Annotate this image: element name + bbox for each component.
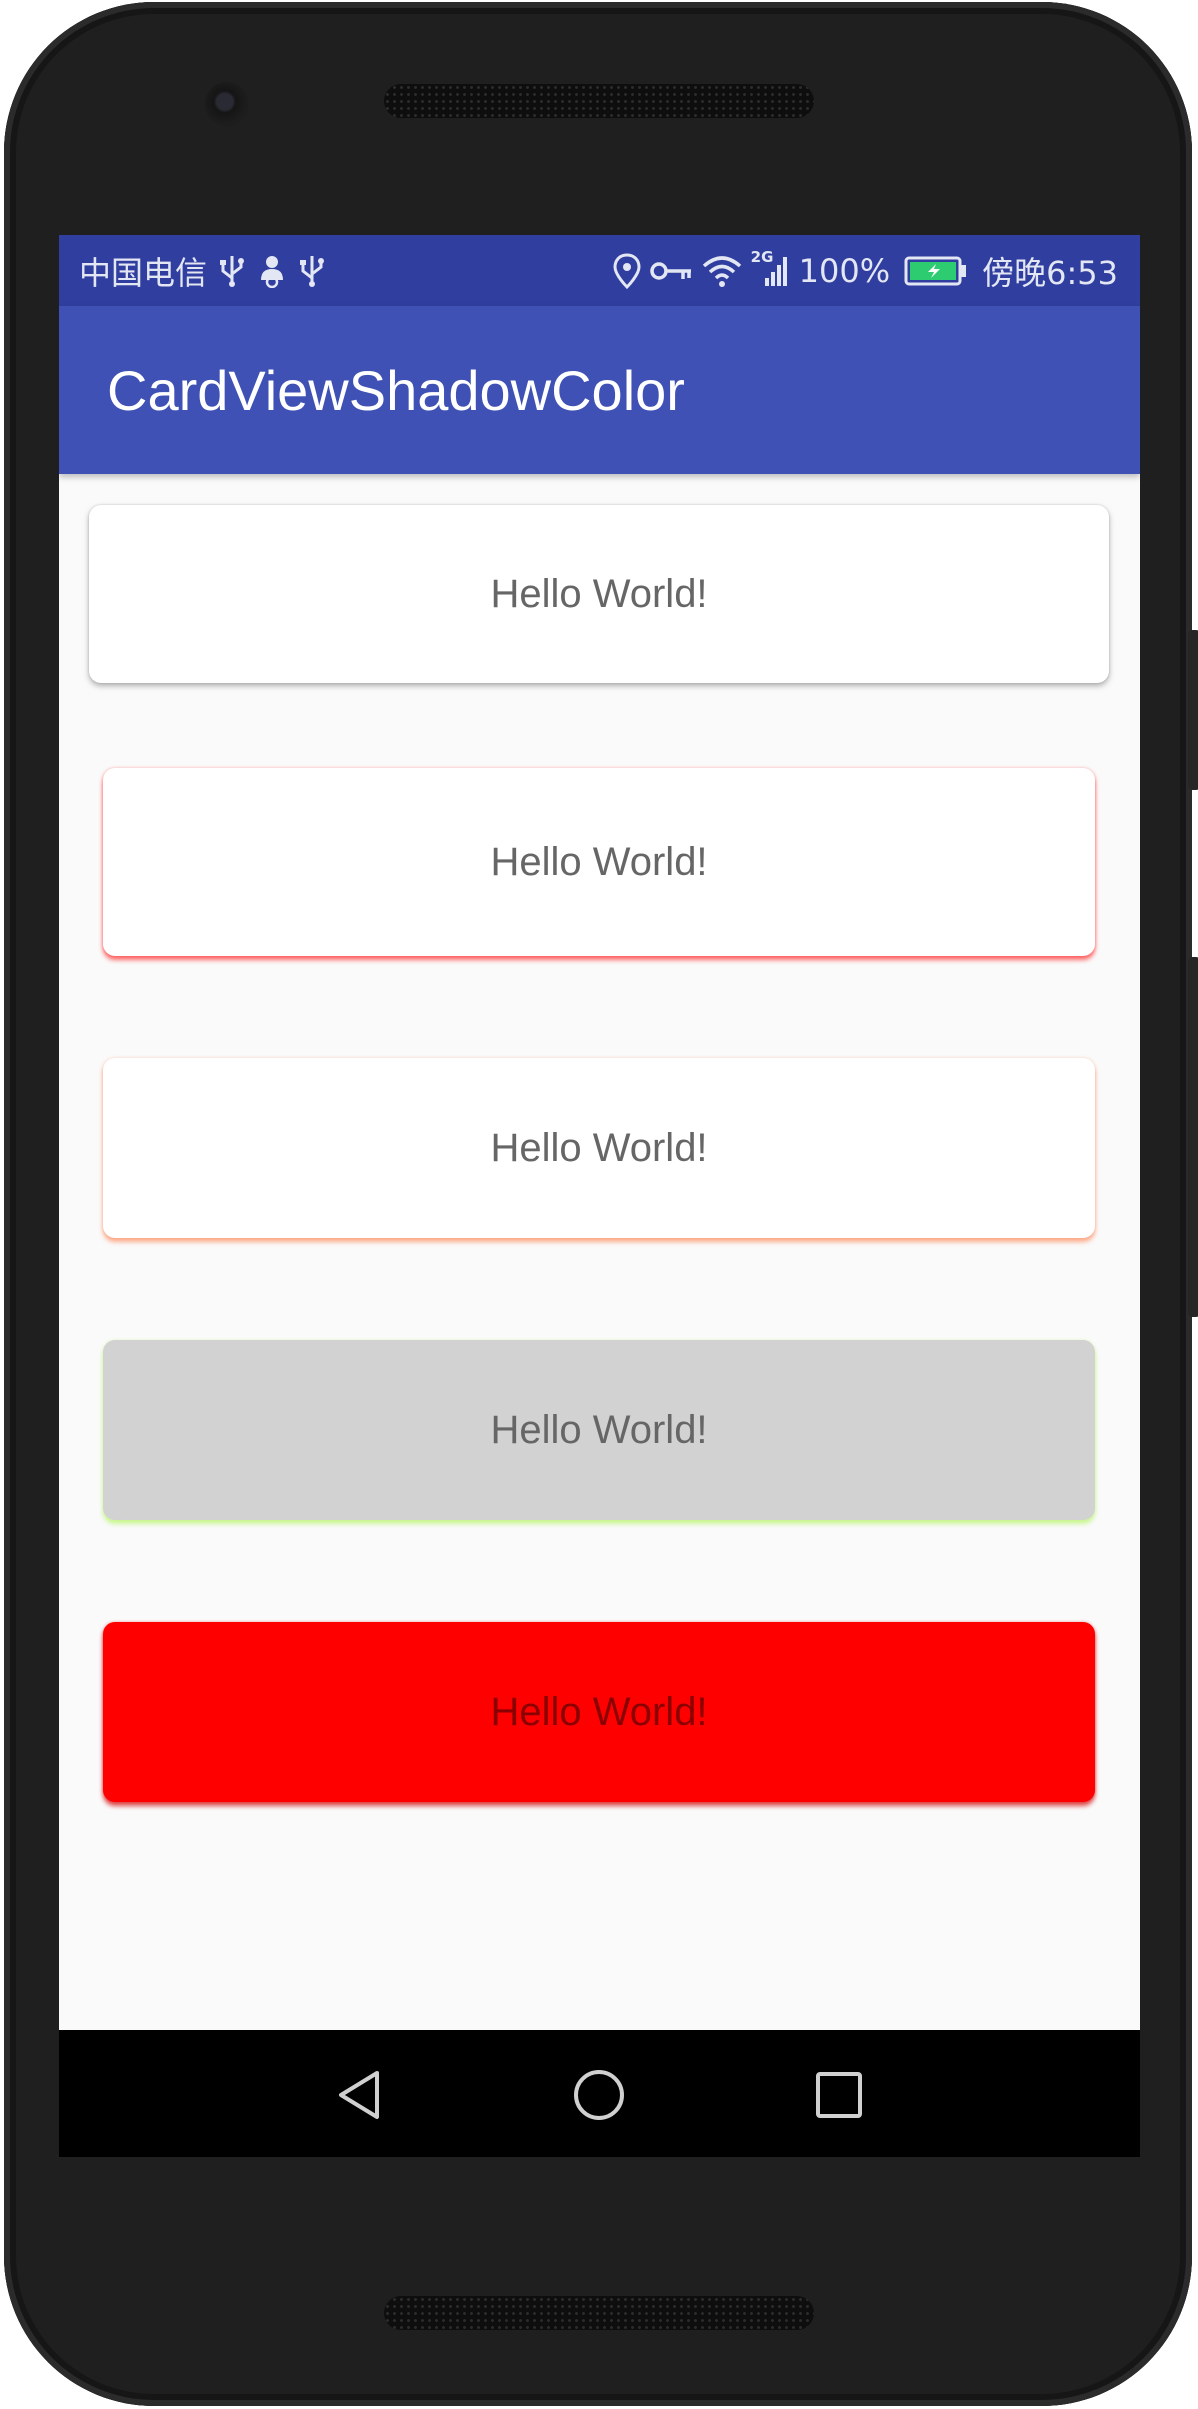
app-bar: CardViewShadowColor [59,306,1140,474]
home-icon [574,2070,624,2120]
back-button[interactable] [324,2060,394,2130]
bottom-speaker [384,2296,814,2330]
app-title: CardViewShadowColor [107,359,685,422]
carrier-label: 中国电信 [79,254,208,292]
front-camera [205,82,249,126]
battery-icon [904,255,968,287]
card-orange-shadow[interactable]: Hello World! [103,1058,1095,1238]
earpiece-speaker [384,84,814,118]
location-icon [613,253,641,289]
phone-frame: 中国电信 2G 100% 傍晚6:53 CardViewShadowColor … [4,2,1198,2406]
back-icon [339,2071,379,2119]
card-text: Hello World! [490,571,708,616]
clock: 傍晚6:53 [982,254,1118,292]
network-type-label: 2G [750,248,774,266]
status-bar: 中国电信 2G 100% 傍晚6:53 [59,235,1140,306]
screen: 中国电信 2G 100% 傍晚6:53 CardViewShadowColor … [59,235,1140,2157]
recents-icon [816,2072,862,2118]
card-red-shadow[interactable]: Hello World! [103,768,1095,956]
card-green-shadow[interactable]: Hello World! [103,1340,1095,1520]
recents-button[interactable] [804,2060,874,2130]
battery-percent: 100% [798,252,891,290]
wifi-icon [701,254,743,288]
card-text: Hello World! [490,1407,708,1452]
home-button[interactable] [564,2060,634,2130]
navigation-bar [59,2030,1140,2157]
person-icon [257,254,287,288]
power-button [1188,957,1198,1317]
card-text: Hello World! [490,839,708,884]
volume-button [1188,630,1198,790]
card-text: Hello World! [490,1689,708,1734]
usb-icon [219,254,245,288]
card-text: Hello World! [490,1125,708,1170]
signal-icon: 2G [751,248,791,288]
key-icon [649,257,693,285]
usb-icon [299,254,325,288]
card-default-shadow[interactable]: Hello World! [89,505,1109,683]
card-red-background[interactable]: Hello World! [103,1622,1095,1802]
